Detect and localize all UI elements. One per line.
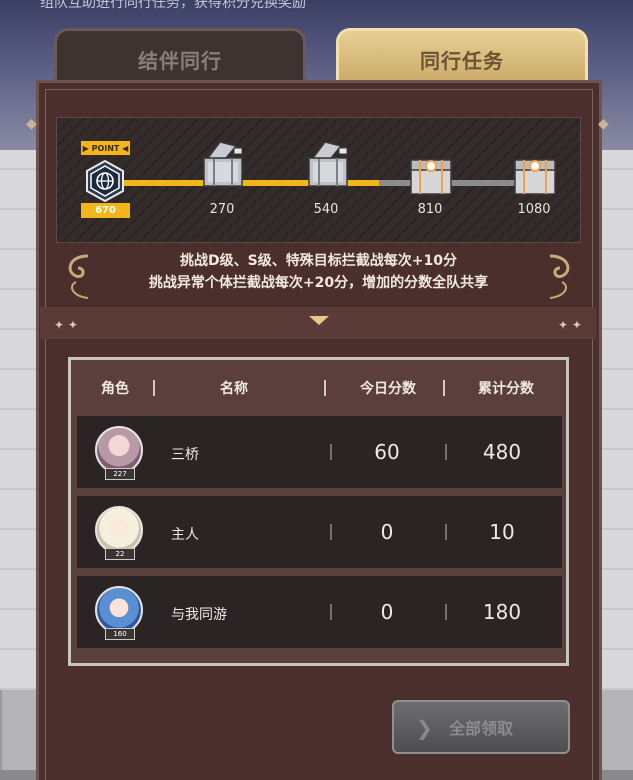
level-badge: 160 bbox=[105, 628, 135, 640]
milestone-label: 1080 bbox=[517, 202, 551, 217]
chevron-down-icon bbox=[309, 316, 329, 325]
milestone-label: 270 bbox=[209, 202, 235, 217]
table-header: 角色 名称 今日分数 累计分数 bbox=[77, 366, 562, 410]
milestone-label: 810 bbox=[417, 202, 443, 217]
column-header: 名称 bbox=[220, 381, 248, 397]
level-badge: 227 bbox=[105, 468, 135, 480]
sparkle-icon: ✦ ✦ bbox=[558, 318, 582, 332]
claim-all-button[interactable]: ❯ 全部领取 bbox=[392, 700, 570, 754]
rule-line: 挑战异常个体拦截战每次+20分，增加的分数全队共享 bbox=[148, 275, 489, 291]
locked-chest-icon[interactable] bbox=[408, 150, 454, 198]
player-name: 三桥 bbox=[171, 447, 199, 463]
level-badge: 22 bbox=[105, 548, 135, 560]
claim-all-label: 全部领取 bbox=[448, 719, 513, 738]
table-row[interactable]: 22 主人 0 10 bbox=[77, 496, 562, 568]
current-points: 670 bbox=[81, 203, 130, 218]
diamond-ornament-icon: ◆ bbox=[26, 116, 37, 132]
total-score: 180 bbox=[482, 600, 522, 624]
diamond-ornament-icon: ◆ bbox=[598, 116, 609, 132]
today-score: 0 bbox=[380, 600, 394, 624]
player-name: 与我同游 bbox=[171, 607, 227, 623]
table-row[interactable]: 227 三桥 60 480 bbox=[77, 416, 562, 488]
avatar: 160 bbox=[95, 586, 143, 640]
top-caption: 组队互助进行同行任务，获得积分兑换奖励 bbox=[40, 0, 306, 11]
chevron-right-icon: ❯ bbox=[416, 716, 433, 740]
tab-companion[interactable]: 结伴同行 bbox=[54, 28, 306, 87]
locked-chest-icon[interactable] bbox=[512, 150, 558, 198]
player-name: 主人 bbox=[171, 527, 199, 543]
globe-icon bbox=[86, 160, 124, 202]
total-score: 10 bbox=[489, 520, 515, 544]
today-score: 60 bbox=[374, 440, 400, 464]
avatar: 227 bbox=[95, 426, 143, 480]
column-header: 今日分数 bbox=[360, 381, 416, 397]
rule-line: 挑战D级、S级、特殊目标拦截战每次+10分 bbox=[180, 253, 457, 269]
scoring-rules: 挑战D级、S级、特殊目标拦截战每次+10分 挑战异常个体拦截战每次+20分，增加… bbox=[56, 250, 581, 294]
table-row[interactable]: 160 与我同游 0 180 bbox=[77, 576, 562, 648]
point-tag: ▶ POINT ◀ bbox=[81, 141, 130, 155]
tab-companion-tasks[interactable]: 同行任务 bbox=[336, 28, 588, 87]
column-header: 累计分数 bbox=[478, 381, 534, 397]
total-score: 480 bbox=[482, 440, 522, 464]
open-chest-icon[interactable] bbox=[305, 140, 351, 188]
today-score: 0 bbox=[380, 520, 394, 544]
sparkle-icon: ✦ ✦ bbox=[54, 318, 78, 332]
column-header: 角色 bbox=[101, 381, 129, 397]
milestone-label: 540 bbox=[313, 202, 339, 217]
open-chest-icon[interactable] bbox=[200, 140, 246, 188]
avatar: 22 bbox=[95, 506, 143, 560]
